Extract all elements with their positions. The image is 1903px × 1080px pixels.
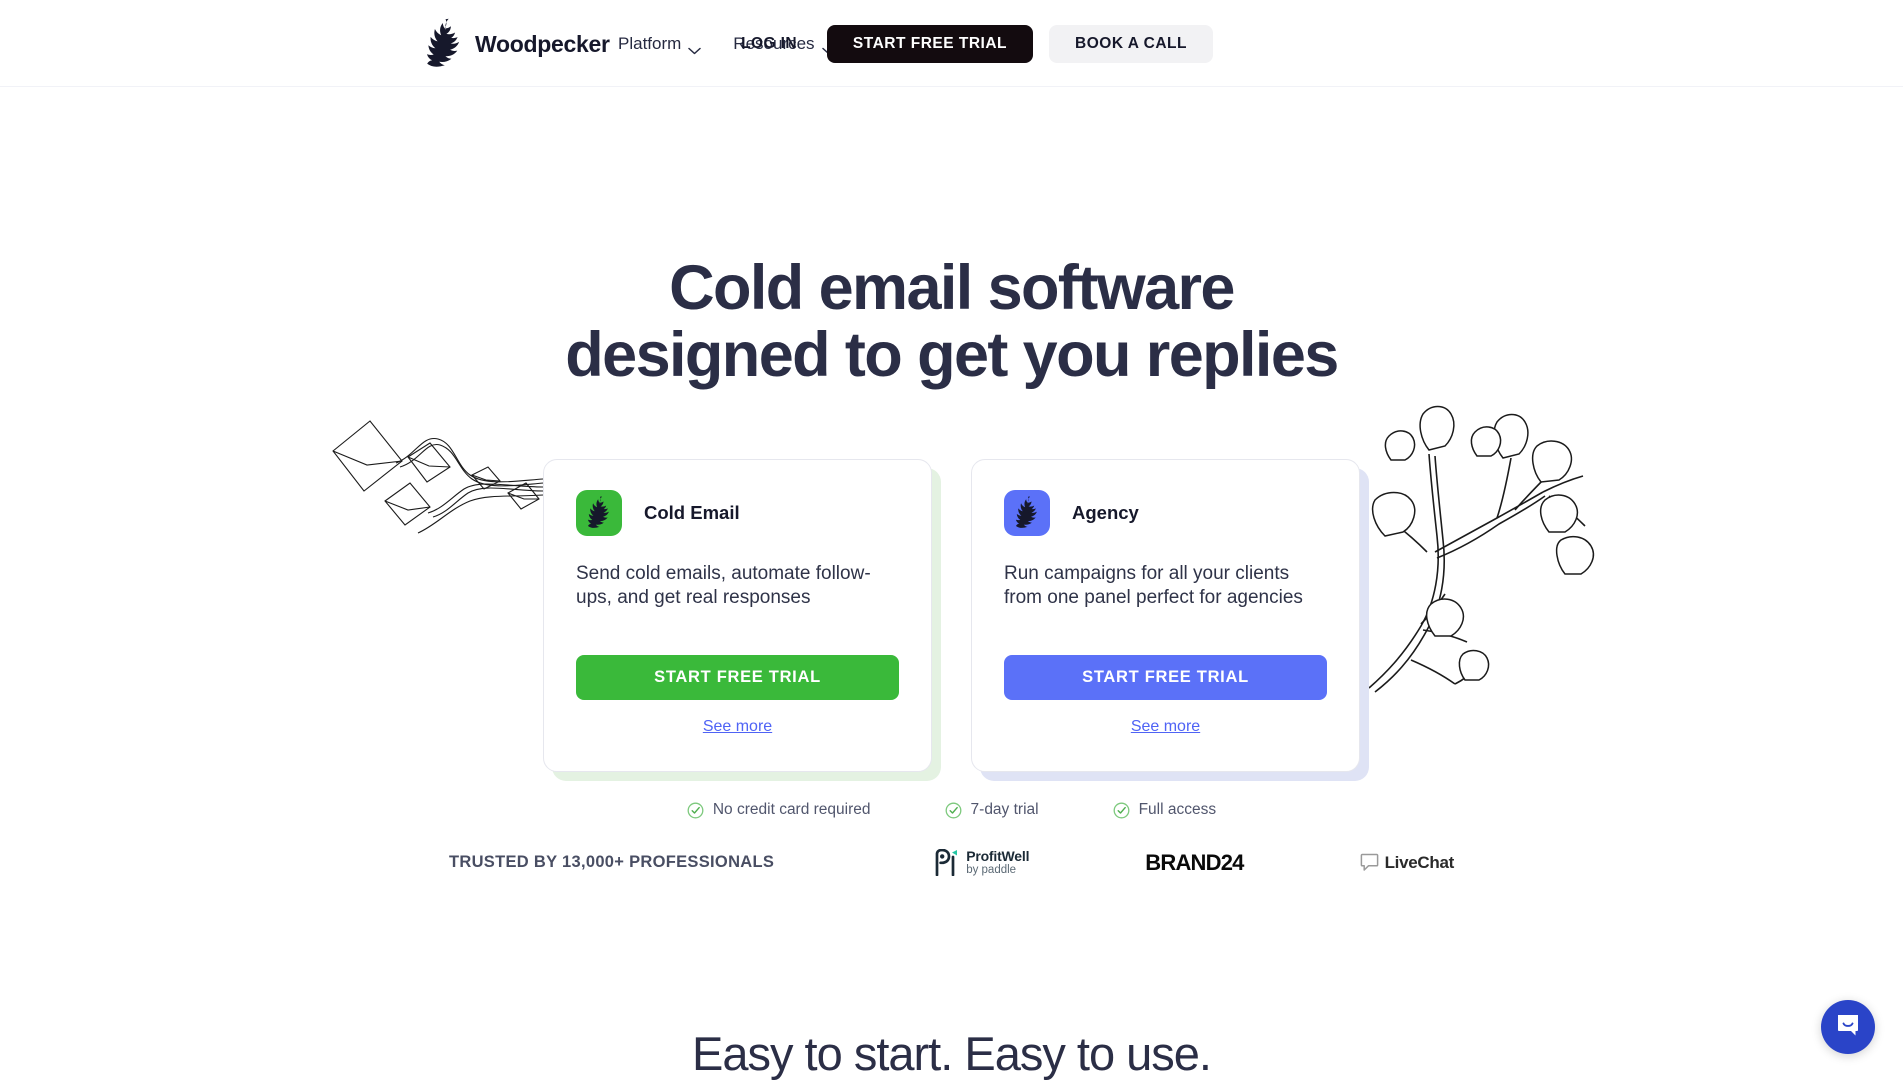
woodpecker-bird-logo-icon bbox=[576, 490, 622, 536]
feature-list: No credit card required 7-day trial Full… bbox=[0, 801, 1903, 819]
hero-section: Cold email software designed to get you … bbox=[0, 87, 1903, 1080]
card-header: Cold Email bbox=[576, 490, 899, 536]
chat-launcher-button[interactable] bbox=[1821, 1000, 1875, 1054]
card-description: Send cold emails, automate follow-ups, a… bbox=[576, 563, 871, 609]
brand24-logo: BRAND24 bbox=[1145, 849, 1244, 875]
site-header: Woodpecker Platform Resources Pricing LO… bbox=[0, 0, 1903, 87]
livechat-logo: LiveChat bbox=[1360, 853, 1454, 873]
profitwell-wordmark: ProfitWell by paddle bbox=[966, 849, 1029, 877]
card-header: Agency bbox=[1004, 490, 1327, 536]
hero-title-line-2: designed to get you replies bbox=[565, 320, 1339, 391]
nav-item-label: Platform bbox=[618, 33, 682, 53]
chat-bubble-icon bbox=[1360, 853, 1379, 872]
header-actions: LOG IN START FREE TRIAL BOOK A CALL bbox=[741, 0, 1213, 87]
book-a-call-button[interactable]: BOOK A CALL bbox=[1049, 24, 1213, 63]
woodpecker-bird-logo-icon bbox=[425, 18, 463, 70]
section-heading-line-1: Easy to start. Easy to use. bbox=[692, 1027, 1212, 1080]
hero-cards: Cold Email Send cold emails, automate fo… bbox=[543, 459, 1369, 781]
card-description: Run campaigns for all your clients from … bbox=[1004, 563, 1303, 609]
card-body: Cold Email Send cold emails, automate fo… bbox=[543, 459, 932, 772]
brand-logo-link[interactable]: Woodpecker bbox=[425, 18, 610, 70]
nav-item-platform[interactable]: Platform bbox=[618, 33, 702, 54]
feature-label: Full access bbox=[1138, 801, 1217, 818]
chat-bubble-smile-icon bbox=[1835, 1012, 1861, 1043]
feature-label: No credit card required bbox=[712, 801, 871, 818]
feature-item: 7-day trial bbox=[945, 801, 1039, 819]
profitwell-logo: ProfitWell by paddle bbox=[934, 848, 1029, 877]
card-cold-email: Cold Email Send cold emails, automate fo… bbox=[543, 459, 941, 781]
start-free-trial-button[interactable]: START FREE TRIAL bbox=[826, 24, 1034, 63]
profitwell-mark-icon bbox=[934, 848, 958, 877]
check-circle-icon bbox=[945, 802, 962, 819]
log-in-link[interactable]: LOG IN bbox=[741, 35, 797, 53]
flying-envelopes-sketch-icon bbox=[330, 409, 545, 539]
card-title: Agency bbox=[1072, 502, 1139, 523]
page-title: Cold email software designed to get you … bbox=[0, 253, 1903, 391]
social-proof-row: TRUSTED BY 13,000+ PROFESSIONALS ProfitW… bbox=[0, 848, 1903, 877]
tree-branch-leaves-sketch-icon bbox=[1365, 392, 1610, 712]
hero-title-line-1: Cold email software bbox=[669, 253, 1235, 323]
card-body: Agency Run campaigns for all your client… bbox=[971, 459, 1360, 772]
profitwell-name: ProfitWell bbox=[966, 848, 1030, 864]
trusted-by-label: TRUSTED BY 13,000+ PROFESSIONALS bbox=[449, 853, 775, 872]
profitwell-subtitle: by paddle bbox=[966, 864, 1017, 876]
check-circle-icon bbox=[1113, 802, 1130, 819]
feature-label: 7-day trial bbox=[970, 801, 1039, 818]
card-agency: Agency Run campaigns for all your client… bbox=[971, 459, 1369, 781]
feature-item: Full access bbox=[1113, 801, 1217, 819]
card-start-free-trial-button[interactable]: START FREE TRIAL bbox=[1004, 654, 1327, 700]
see-more-link[interactable]: See more bbox=[1004, 718, 1327, 736]
woodpecker-bird-logo-icon bbox=[1004, 490, 1050, 536]
livechat-wordmark: LiveChat bbox=[1384, 852, 1455, 872]
client-logo-row: ProfitWell by paddle BRAND24 LiveChat bbox=[934, 848, 1454, 877]
chevron-down-icon bbox=[688, 40, 702, 54]
section-heading: Easy to start. Easy to use. Easy to get … bbox=[0, 1025, 1903, 1080]
check-circle-icon bbox=[687, 802, 704, 819]
brand-name: Woodpecker bbox=[475, 30, 610, 57]
card-start-free-trial-button[interactable]: START FREE TRIAL bbox=[576, 654, 899, 700]
see-more-link[interactable]: See more bbox=[576, 718, 899, 736]
card-title: Cold Email bbox=[644, 502, 740, 523]
feature-item: No credit card required bbox=[687, 801, 871, 819]
